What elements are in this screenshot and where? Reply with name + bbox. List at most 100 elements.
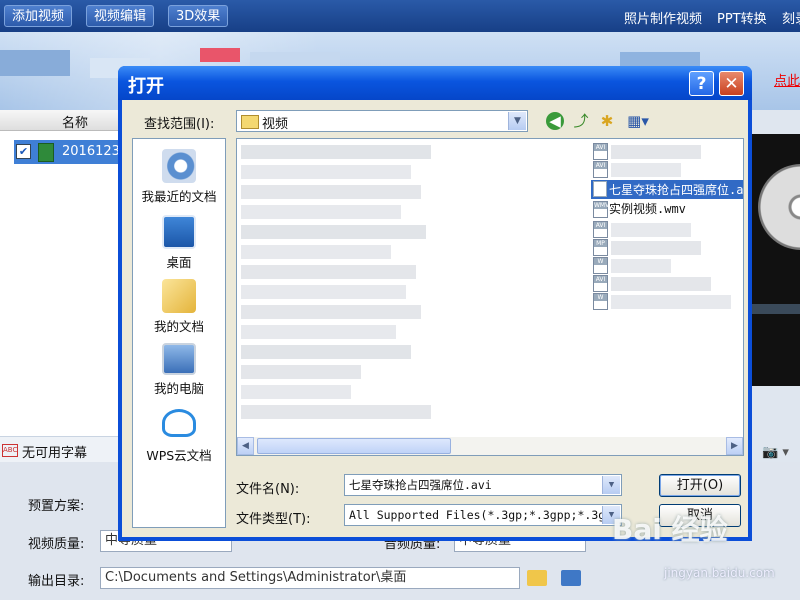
my-documents-icon	[162, 279, 196, 313]
3d-effect-button[interactable]: 3D效果	[168, 5, 229, 27]
blurred-file[interactable]	[611, 241, 701, 255]
up-folder-icon[interactable]: ⤴	[572, 112, 590, 130]
place-my-documents[interactable]: 我的文档	[133, 279, 225, 335]
avi-file-icon: AVI	[593, 275, 608, 292]
help-button[interactable]: ?	[689, 71, 714, 96]
watermark-logo: Bai 经验	[612, 513, 728, 546]
filetype-value: All Supported Files(*.3gp;*.3gpp;*.3g	[349, 508, 606, 522]
output-dir-select[interactable]: C:\Documents and Settings\Administrator\…	[100, 567, 520, 589]
column-name-header[interactable]: 名称	[62, 112, 88, 131]
my-computer-icon	[162, 343, 196, 375]
blurred-file[interactable]	[241, 185, 421, 199]
blurred-file[interactable]	[611, 295, 731, 309]
new-folder-icon[interactable]: ✱	[598, 112, 616, 130]
chevron-down-icon[interactable]: ▼	[602, 476, 620, 494]
main-toolbar: 添加视频 视频编辑 3D效果 照片制作视频 PPT转换 刻录	[0, 0, 800, 32]
list-item-name: 2016123	[62, 144, 120, 159]
place-label: WPS云文档	[146, 448, 212, 463]
selected-file[interactable]: 七星夺珠抢占四强席位.avi	[591, 180, 743, 199]
list-item[interactable]: ✔ 2016123	[14, 140, 120, 164]
preset-label: 预置方案:	[28, 499, 85, 514]
blurred-file[interactable]	[611, 163, 681, 177]
open-file-dialog: 打开 ? ✕ 查找范围(I): 视频 ▼ ◀ ⤴ ✱ ▦▾ 我最近的文档 桌面 …	[118, 66, 752, 541]
subtitle-bar: ABC 无可用字幕	[0, 436, 118, 463]
red-promo-link[interactable]: 点此	[774, 70, 800, 89]
place-label: 我的电脑	[153, 381, 204, 396]
filename-label: 文件名(N):	[236, 482, 300, 497]
blurred-file[interactable]	[241, 345, 411, 359]
back-icon[interactable]: ◀	[546, 112, 564, 130]
list-header: 名称	[0, 110, 118, 131]
blurred-file[interactable]	[611, 145, 701, 159]
scroll-left-icon[interactable]: ◀	[237, 437, 254, 455]
quality-label: 视频质量:	[28, 537, 85, 552]
browse-folder-icon[interactable]	[561, 570, 581, 586]
scroll-thumb[interactable]	[257, 438, 451, 454]
avi-file-icon	[593, 181, 607, 197]
file-list[interactable]: AVI AVI 七星夺珠抢占四强席位.avi WMV 实例视频.wmv AVI …	[236, 138, 744, 456]
view-menu-icon[interactable]: ▦▾	[624, 112, 652, 130]
avi-file-icon: AVI	[593, 221, 608, 238]
wps-cloud-icon	[162, 409, 196, 437]
video-list-panel: 名称 ✔ 2016123	[0, 110, 120, 436]
edit-video-button[interactable]: 视频编辑	[86, 5, 155, 27]
film-reel-icon	[758, 164, 800, 250]
blurred-file[interactable]	[241, 405, 431, 419]
recent-docs-icon	[162, 149, 196, 183]
film-icon	[38, 143, 54, 162]
close-button[interactable]: ✕	[719, 71, 744, 96]
blurred-file[interactable]	[241, 205, 401, 219]
subtitle-select[interactable]: 无可用字幕	[22, 442, 87, 461]
place-my-computer[interactable]: 我的电脑	[133, 343, 225, 397]
blurred-file[interactable]	[241, 165, 411, 179]
chevron-down-icon[interactable]: ▼	[508, 112, 526, 130]
dialog-body: 查找范围(I): 视频 ▼ ◀ ⤴ ✱ ▦▾ 我最近的文档 桌面 我的文档 我的…	[122, 100, 748, 537]
filetype-select[interactable]: All Supported Files(*.3gp;*.3gpp;*.3g ▼	[344, 504, 622, 526]
place-label: 桌面	[166, 255, 192, 270]
dialog-titlebar[interactable]: 打开 ? ✕	[118, 66, 752, 100]
blurred-file[interactable]	[241, 325, 396, 339]
burn-link[interactable]: 刻录	[782, 8, 800, 27]
wmv-file-icon: W	[593, 293, 608, 310]
blurred-file[interactable]	[611, 259, 671, 273]
open-folder-icon[interactable]	[527, 570, 547, 586]
look-in-label: 查找范围(I):	[144, 117, 215, 132]
blurred-file[interactable]	[241, 225, 426, 239]
look-in-dropdown[interactable]: 视频 ▼	[236, 110, 528, 132]
watermark-url: jingyan.baidu.com	[664, 566, 775, 580]
avi-file-icon: AVI	[593, 161, 608, 178]
folder-icon	[241, 115, 259, 129]
place-desktop[interactable]: 桌面	[133, 215, 225, 271]
filename-value: 七星夺珠抢占四强席位.avi	[349, 478, 492, 492]
blurred-file[interactable]	[241, 245, 391, 259]
blurred-file[interactable]	[241, 365, 361, 379]
blurred-file[interactable]	[241, 385, 351, 399]
mp4-file-icon: MP	[593, 239, 608, 256]
filename-input[interactable]: 七星夺珠抢占四强席位.avi ▼	[344, 474, 622, 496]
desktop-icon	[162, 215, 196, 249]
blurred-file[interactable]	[241, 265, 416, 279]
camera-icon[interactable]: 📷 ▾	[762, 445, 789, 460]
blurred-file[interactable]	[241, 145, 431, 159]
add-video-button[interactable]: 添加视频	[4, 5, 73, 27]
dialog-title: 打开	[128, 76, 164, 97]
place-recent[interactable]: 我最近的文档	[133, 149, 225, 205]
blurred-file[interactable]	[241, 285, 406, 299]
ppt-convert-link[interactable]: PPT转换	[717, 8, 767, 27]
open-button[interactable]: 打开(O)	[659, 474, 741, 497]
blurred-file[interactable]	[611, 223, 691, 237]
checkbox-checked-icon[interactable]: ✔	[16, 144, 31, 159]
place-wps-cloud[interactable]: WPS云文档	[133, 409, 225, 464]
horizontal-scrollbar[interactable]: ◀ ▶	[237, 437, 743, 455]
wmv-file-icon: W	[593, 257, 608, 274]
blurred-file[interactable]	[241, 305, 421, 319]
scroll-right-icon[interactable]: ▶	[726, 437, 743, 455]
file-name[interactable]: 实例视频.wmv	[609, 200, 686, 217]
place-label: 我最近的文档	[141, 189, 217, 204]
output-dir-label: 输出目录:	[28, 574, 85, 589]
blurred-file[interactable]	[611, 277, 711, 291]
places-bar: 我最近的文档 桌面 我的文档 我的电脑 WPS云文档	[132, 138, 226, 528]
wmv-file-icon: WMV	[593, 201, 609, 218]
photo-video-link[interactable]: 照片制作视频	[624, 8, 702, 27]
subtitle-icon: ABC	[2, 444, 18, 457]
